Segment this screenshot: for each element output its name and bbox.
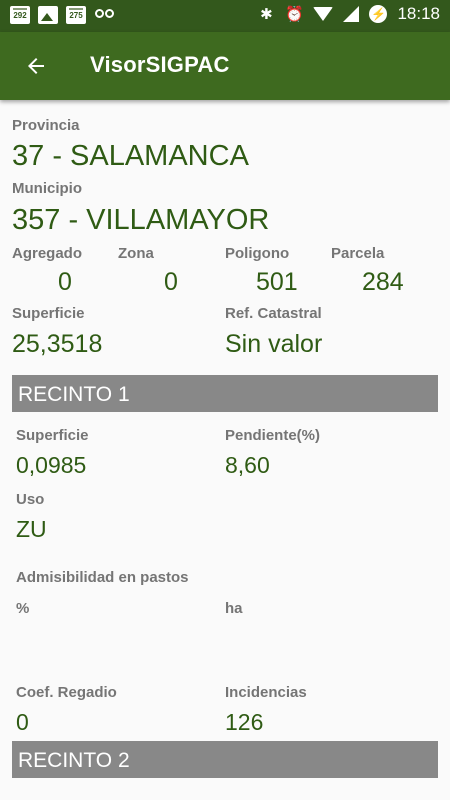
calendar-notification-icon-2: 275: [66, 6, 86, 24]
incidencias-label: Incidencias: [225, 684, 307, 701]
municipio-label: Municipio: [12, 180, 82, 197]
notification-icons: 292 275: [10, 6, 116, 24]
ref-catastral-label: Ref. Catastral: [225, 305, 322, 322]
recinto-1-header[interactable]: RECINTO 1: [12, 375, 438, 412]
back-arrow-icon: [28, 58, 44, 74]
back-button[interactable]: [20, 50, 52, 82]
coef-regadio-value: 0: [16, 709, 29, 735]
battery-saver-icon: ⚡: [369, 5, 388, 23]
owl-app-icon: [94, 6, 116, 24]
clock: 18:18: [397, 4, 440, 23]
admisibilidad-label: Admisibilidad en pastos: [16, 569, 189, 586]
parcel-details: Provincia 37 - SALAMANCA Municipio 357 -…: [0, 100, 450, 800]
agregado-value: 0: [58, 268, 72, 296]
system-icons: ✱ ⏰ ⚡ 18:18: [257, 4, 440, 24]
wifi-icon: [313, 7, 334, 21]
parcela-value: 284: [362, 268, 404, 296]
admisibilidad-ha-label: ha: [225, 600, 243, 617]
poligono-value: 501: [256, 268, 298, 296]
recinto-superficie-label: Superficie: [16, 427, 89, 444]
app-bar: VisorSIGPAC: [0, 32, 450, 100]
provincia-label: Provincia: [12, 117, 80, 134]
notification-count: 292: [13, 10, 27, 20]
notification-count-2: 275: [69, 10, 83, 20]
zona-value: 0: [164, 268, 178, 296]
recinto-superficie-value: 0,0985: [16, 452, 87, 478]
superficie-label: Superficie: [12, 305, 85, 322]
incidencias-value: 126: [225, 709, 264, 735]
signal-icon: [343, 6, 360, 22]
bluetooth-icon: ✱: [260, 6, 273, 23]
status-bar: 292 275 ✱ ⏰ ⚡ 18:18: [0, 0, 450, 32]
poligono-label: Poligono: [225, 245, 290, 262]
recinto-2-header[interactable]: RECINTO 2: [12, 741, 438, 778]
agregado-label: Agregado: [12, 245, 83, 262]
alarm-icon: ⏰: [285, 6, 304, 23]
pendiente-value: 8,60: [225, 452, 270, 478]
zona-label: Zona: [118, 245, 154, 262]
page-title: VisorSIGPAC: [90, 52, 230, 77]
calendar-notification-icon: 292: [10, 6, 30, 24]
municipio-value: 357 - VILLAMAYOR: [12, 204, 270, 236]
parcela-label: Parcela: [331, 245, 385, 262]
admisibilidad-percent-label: %: [16, 600, 30, 617]
provincia-value: 37 - SALAMANCA: [12, 140, 249, 172]
ref-catastral-value: Sin valor: [225, 330, 323, 358]
coef-regadio-label: Coef. Regadio: [16, 684, 117, 701]
image-notification-icon: [38, 6, 58, 24]
uso-value: ZU: [16, 516, 47, 542]
superficie-value: 25,3518: [12, 330, 103, 358]
uso-label: Uso: [16, 491, 45, 508]
pendiente-label: Pendiente(%): [225, 427, 321, 444]
